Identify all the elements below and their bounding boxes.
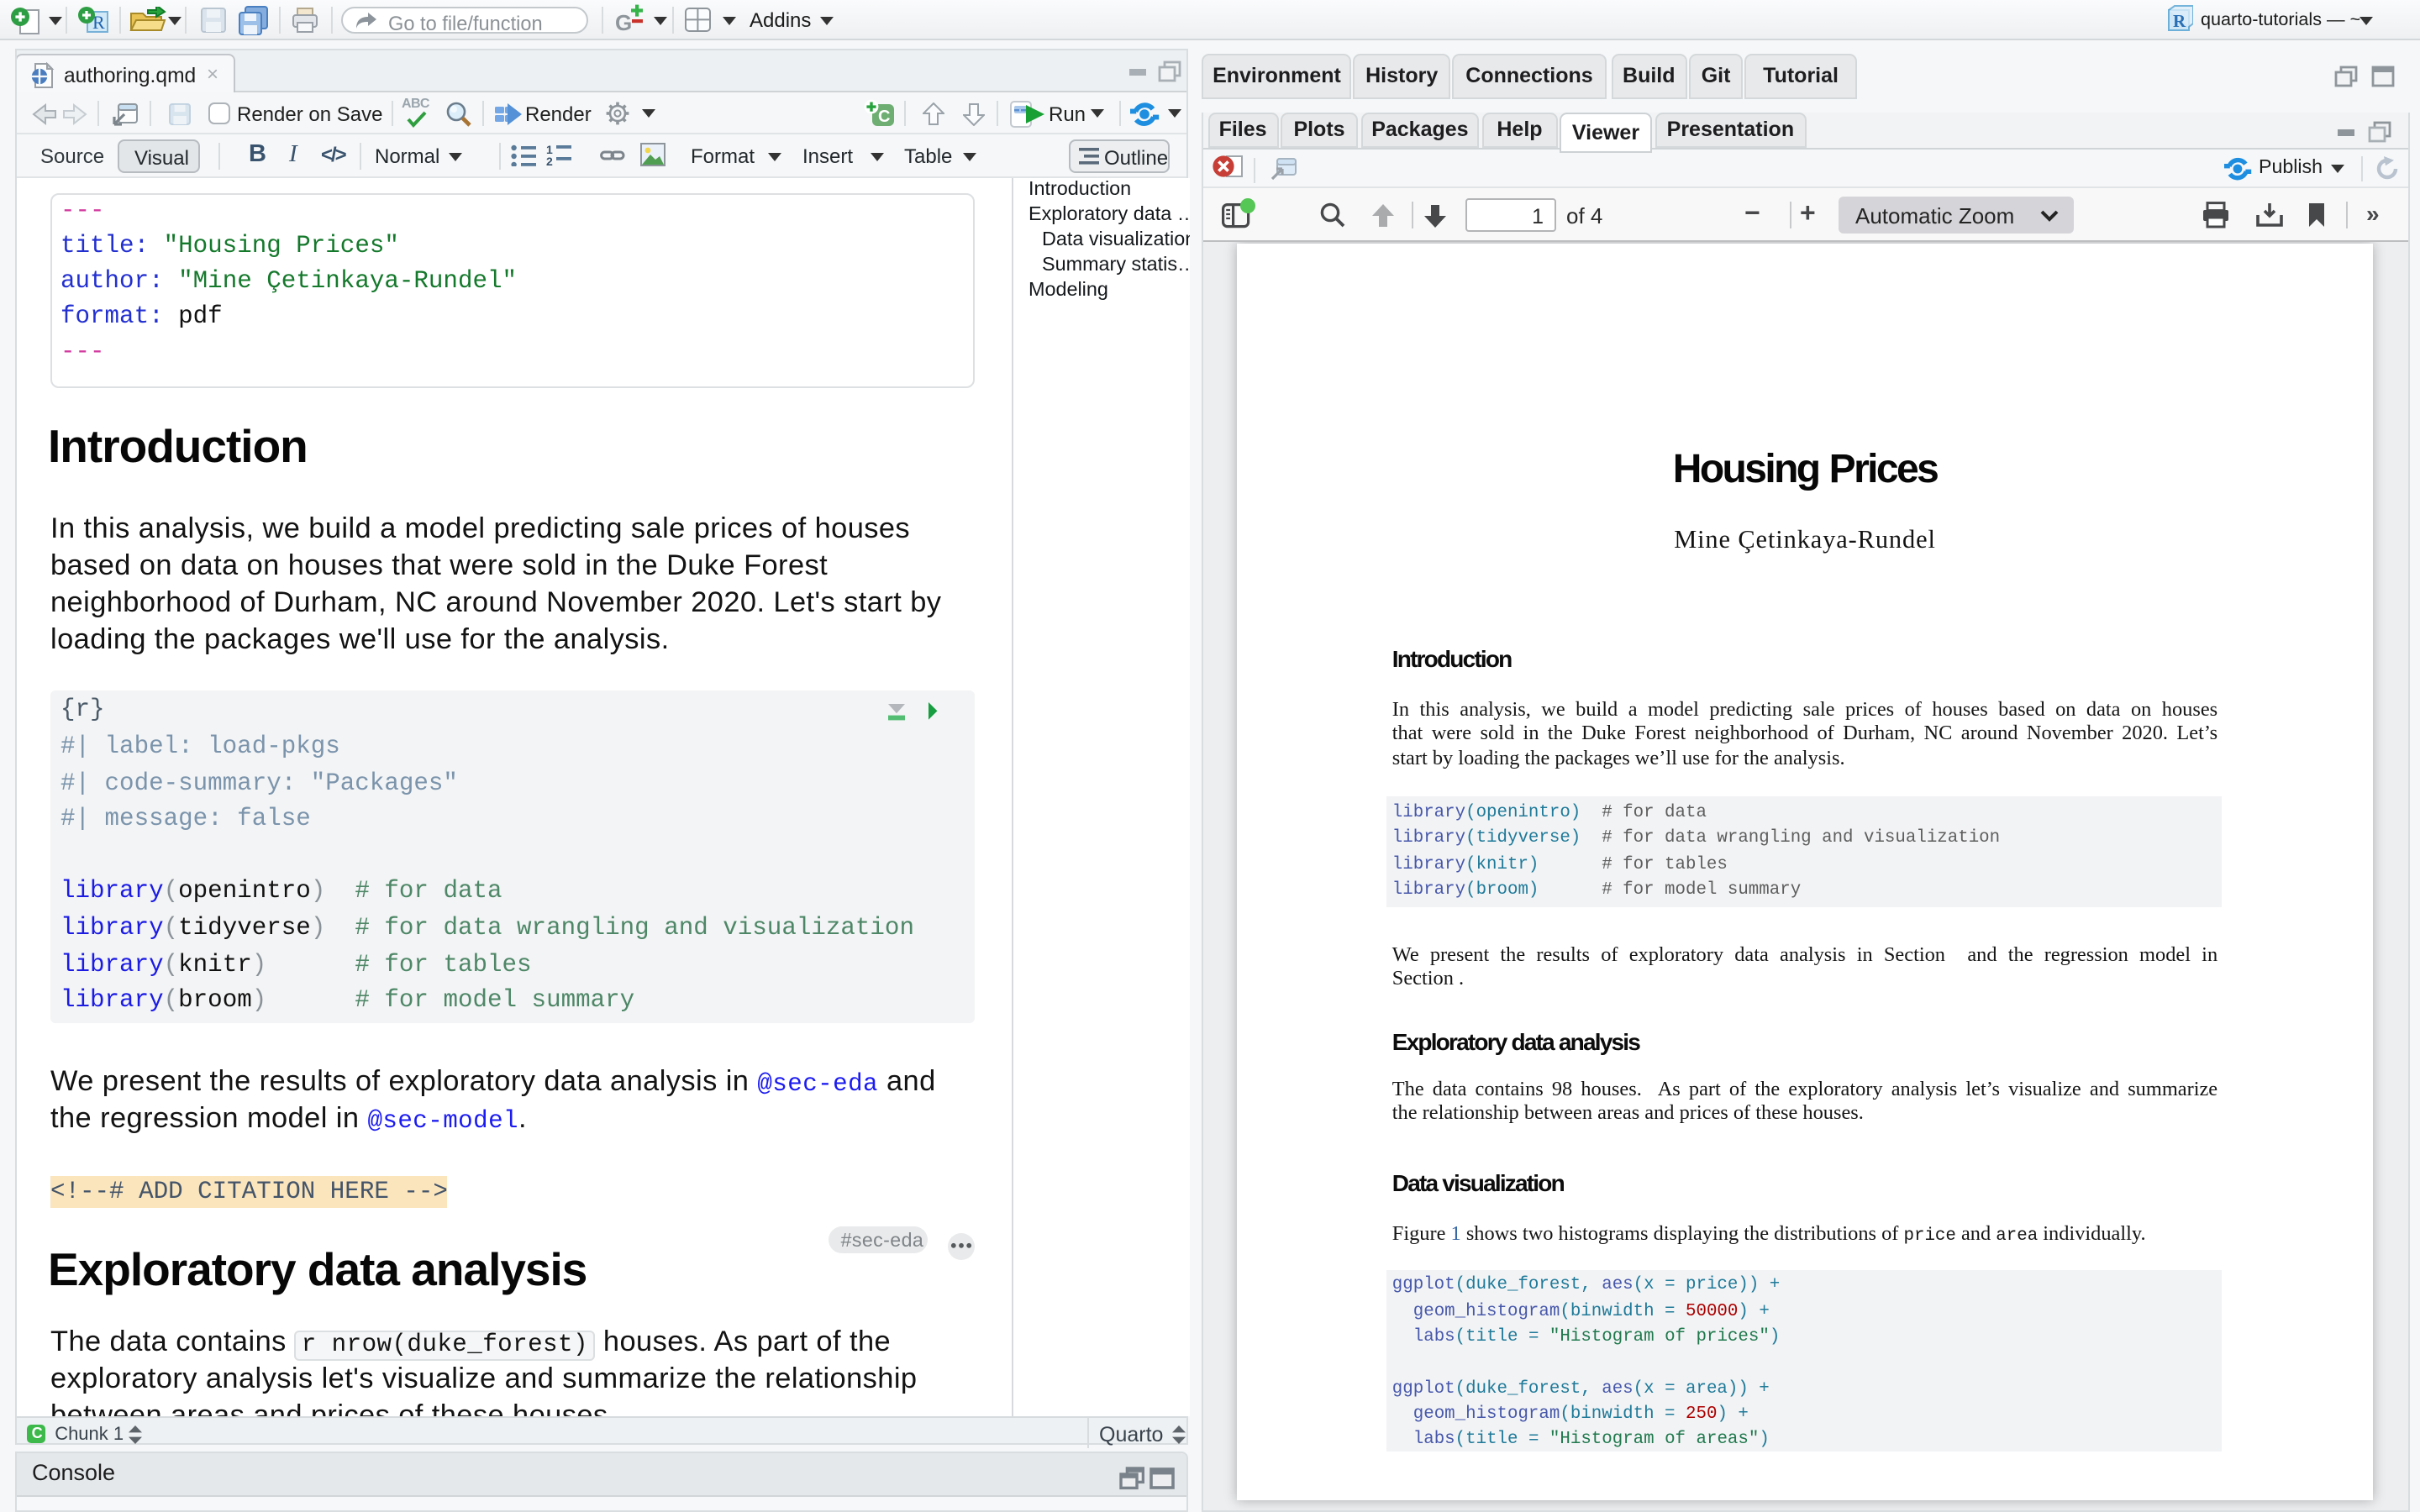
svg-text:G: G (615, 10, 632, 35)
svg-text:C: C (878, 108, 890, 126)
svg-text:2: 2 (546, 155, 553, 166)
svg-text:R: R (2173, 11, 2186, 31)
